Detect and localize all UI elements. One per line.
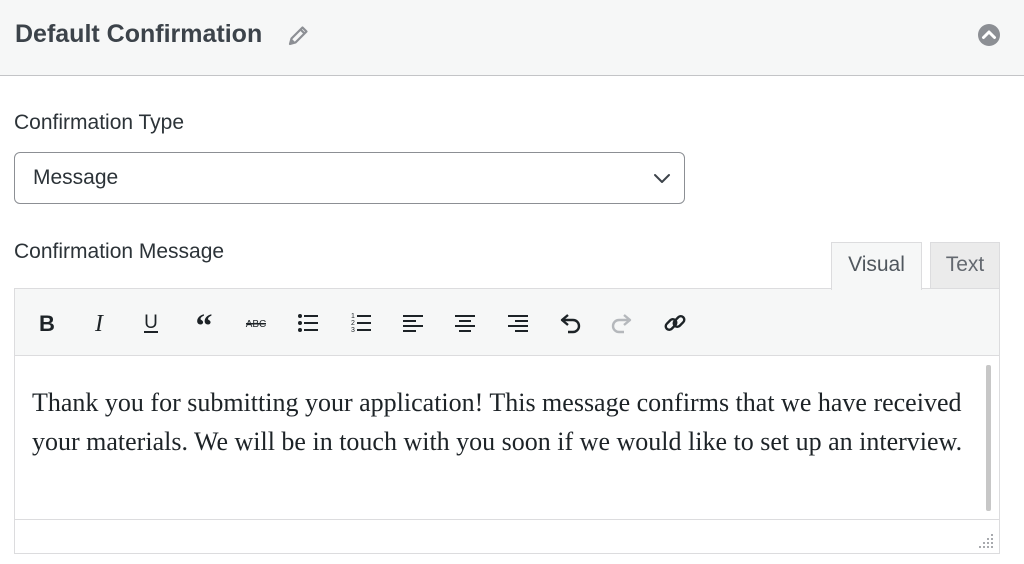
svg-text:3: 3: [351, 327, 355, 334]
undo-icon: [560, 314, 581, 334]
bold-button[interactable]: B: [32, 308, 62, 338]
confirmation-type-label: Confirmation Type: [14, 111, 185, 134]
numbered-list-icon: 1 2 3: [351, 313, 371, 334]
editor-status-bar: [15, 519, 999, 553]
confirmation-type-select[interactable]: Message: [14, 152, 685, 204]
undo-button[interactable]: [555, 308, 585, 338]
confirmation-message-text[interactable]: Thank you for submitting your applicatio…: [32, 383, 977, 461]
redo-icon: [611, 314, 632, 334]
italic-button[interactable]: I: [84, 308, 114, 338]
align-center-button[interactable]: [450, 308, 480, 338]
blockquote-icon: “: [196, 310, 213, 336]
link-button[interactable]: [660, 308, 690, 338]
redo-button[interactable]: [607, 308, 637, 338]
confirmation-type-value: Message: [33, 166, 119, 189]
align-right-button[interactable]: [503, 308, 533, 338]
confirmation-message-label: Confirmation Message: [14, 240, 225, 263]
underline-button[interactable]: U: [136, 308, 166, 338]
editor-scrollbar[interactable]: [986, 365, 991, 511]
bulleted-list-icon: [298, 314, 318, 332]
numbered-list-button[interactable]: 1 2 3: [346, 308, 376, 338]
svg-text:U: U: [144, 312, 158, 333]
link-icon: [664, 315, 686, 331]
editor-toolbar: B I U “ ABC: [15, 289, 999, 356]
tab-text[interactable]: Text: [930, 242, 1000, 289]
align-left-icon: [403, 315, 423, 332]
italic-icon: I: [94, 311, 104, 336]
tab-visual[interactable]: Visual: [831, 242, 922, 290]
resize-handle-icon[interactable]: [978, 533, 994, 549]
rich-text-editor: B I U “ ABC: [14, 288, 1000, 554]
strikethrough-icon: ABC: [246, 319, 267, 330]
align-left-button[interactable]: [398, 308, 428, 338]
chevron-up-circle-icon[interactable]: [977, 23, 1001, 47]
align-right-icon: [508, 315, 528, 332]
editor-content-area[interactable]: Thank you for submitting your applicatio…: [15, 357, 999, 519]
bold-icon: B: [39, 311, 55, 336]
chevron-down-icon: [654, 174, 670, 183]
pencil-icon[interactable]: [287, 23, 311, 47]
panel-header: Default Confirmation: [0, 0, 1024, 76]
svg-text:“: “: [196, 310, 213, 336]
panel-title: Default Confirmation: [15, 20, 263, 48]
svg-text:B: B: [39, 311, 55, 336]
align-center-icon: [455, 315, 475, 332]
blockquote-button[interactable]: “: [189, 308, 219, 338]
bulleted-list-button[interactable]: [293, 308, 323, 338]
svg-text:1: 1: [351, 313, 355, 320]
underline-icon: U: [144, 312, 158, 333]
svg-text:2: 2: [351, 320, 355, 327]
strikethrough-button[interactable]: ABC: [241, 308, 271, 338]
svg-text:I: I: [94, 311, 104, 336]
